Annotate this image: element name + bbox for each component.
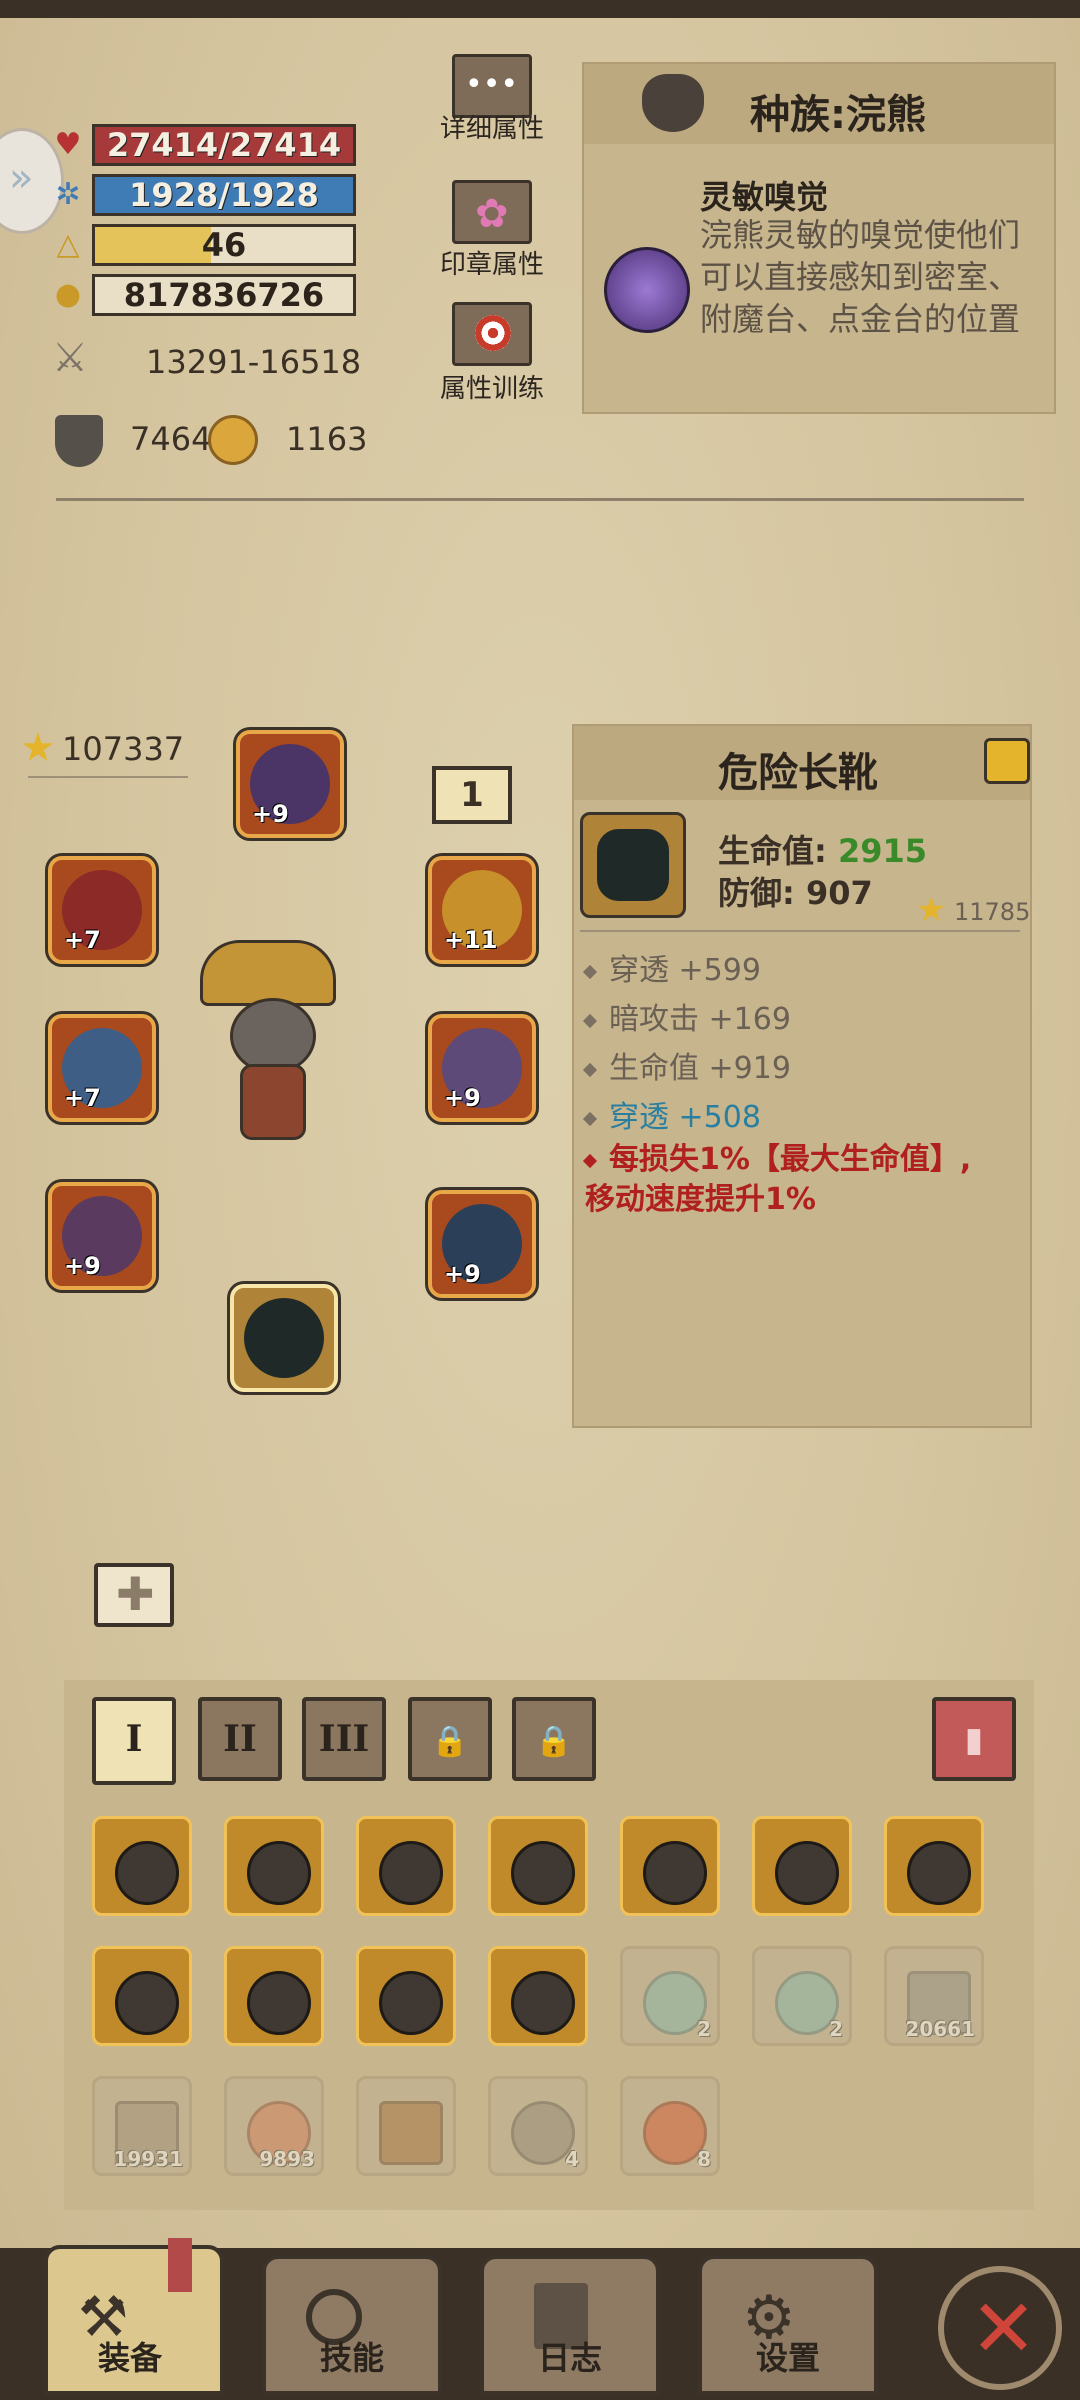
level-bar: 46 — [92, 224, 356, 266]
loadout-number-button[interactable]: 1 — [432, 766, 512, 824]
inventory-book[interactable] — [356, 2076, 456, 2176]
tab-3[interactable]: III — [302, 1697, 386, 1781]
shield-icon — [55, 415, 103, 467]
star-icon: ★ — [20, 725, 56, 771]
lock-icon[interactable] — [984, 738, 1030, 784]
trash-button[interactable]: ▮ — [932, 1697, 1016, 1781]
item-effect: 每损失1%【最大生命值】,移动速度提升1% — [582, 1140, 995, 1220]
skill-name: 灵敏嗅觉 — [700, 178, 829, 216]
heart-icon: ♥ — [54, 127, 82, 162]
tab-locked-1[interactable]: 🔒 — [408, 1697, 492, 1781]
dots-icon: ••• — [465, 67, 519, 102]
inventory-item[interactable] — [224, 1816, 324, 1916]
dodge-icon — [208, 415, 258, 465]
item-hp-label: 生命值: — [718, 832, 827, 870]
inventory-item[interactable] — [224, 1946, 324, 2046]
hp-bar: 27414/27414 — [92, 124, 356, 166]
inventory-item[interactable] — [92, 1816, 192, 1916]
inventory-item[interactable] — [488, 1946, 588, 2046]
skill-icon — [604, 247, 690, 333]
padlock-icon: 🔒 — [535, 1724, 573, 1759]
plus-icon: ✚ — [116, 1567, 155, 1621]
slot-left-1[interactable]: +7 — [48, 856, 156, 964]
dodge-value: 1163 — [286, 420, 368, 458]
inventory-potion[interactable]: 2 — [752, 1946, 852, 2046]
attr-line-special: 穿透 +508 — [582, 1092, 761, 1136]
skill-description: 浣熊灵敏的嗅觉使他们可以直接感知到密室、附魔台、点金台的位置 — [700, 216, 1021, 338]
inventory-material[interactable]: 19931 — [92, 2076, 192, 2176]
power-line — [28, 776, 188, 778]
nav-skill[interactable]: 技能 — [262, 2255, 442, 2395]
crossed-swords-icon: ⚔ — [52, 335, 88, 381]
attack-value: 13291-16518 — [146, 343, 362, 381]
tab-locked-2[interactable]: 🔒 — [512, 1697, 596, 1781]
flower-icon: ✿ — [475, 191, 509, 237]
inventory-stone[interactable]: 20661 — [884, 1946, 984, 2046]
slot-left-2[interactable]: +7 — [48, 1014, 156, 1122]
item-score-star-icon: ★ — [916, 890, 947, 930]
item-def-label: 防御: — [718, 874, 795, 912]
seal-attributes-label: 印章属性 — [439, 250, 544, 280]
tab-1[interactable]: I — [92, 1697, 176, 1785]
item-name: 危险长靴 — [718, 750, 878, 796]
mp-bar: 1928/1928 — [92, 174, 356, 216]
attribute-training-button[interactable] — [452, 302, 532, 366]
item-icon — [580, 812, 686, 918]
bookmark-icon — [168, 2238, 192, 2292]
armor-value: 7464 — [130, 420, 212, 458]
item-hp-value: 2915 — [837, 832, 928, 870]
nav-log[interactable]: 日志 — [480, 2255, 660, 2395]
inventory-item[interactable] — [488, 1816, 588, 1916]
raccoon-icon — [642, 74, 704, 132]
inventory-item[interactable] — [92, 1946, 192, 2046]
inventory-item[interactable] — [884, 1816, 984, 1916]
slot-boots-selected[interactable] — [230, 1284, 338, 1392]
inventory-potion[interactable]: 2 — [620, 1946, 720, 2046]
gold-icon: ● — [54, 277, 82, 312]
inventory-material[interactable]: 4 — [488, 2076, 588, 2176]
character-avatar — [190, 940, 350, 1160]
level-icon: △ — [56, 227, 80, 262]
slot-left-3[interactable]: +9 — [48, 1182, 156, 1290]
divider — [56, 498, 1024, 501]
race-panel: 种族:浣熊 灵敏嗅觉 浣熊灵敏的嗅觉使他们可以直接感知到密室、附魔台、点金台的位… — [582, 62, 1056, 414]
inventory-item[interactable] — [356, 1816, 456, 1916]
attribute-training-label: 属性训练 — [439, 374, 544, 404]
slot-right-1[interactable]: +11 — [428, 856, 536, 964]
slot-right-2[interactable]: +9 — [428, 1014, 536, 1122]
item-score: 11785 — [954, 898, 1031, 926]
inventory-eye[interactable]: 8 — [620, 2076, 720, 2176]
top-border — [0, 0, 1080, 18]
mana-icon: ✲ — [55, 177, 81, 212]
race-title: 种族:浣熊 — [750, 92, 926, 138]
slot-right-3[interactable]: +9 — [428, 1190, 536, 1298]
item-def-value: 907 — [805, 874, 873, 912]
attr-line-3: 生命值 +919 — [582, 1043, 791, 1087]
attr-line-1: 穿透 +599 — [582, 945, 761, 989]
inventory-item[interactable] — [752, 1816, 852, 1916]
tab-2[interactable]: II — [198, 1697, 282, 1781]
close-button[interactable]: ✕ — [938, 2266, 1062, 2390]
equipment-power: 107337 — [62, 730, 185, 768]
attr-line-2: 暗攻击 +169 — [582, 994, 791, 1038]
add-slot-button[interactable]: ✚ — [94, 1563, 174, 1627]
slot-helmet[interactable]: +9 — [236, 730, 344, 838]
gold-field: 817836726 — [92, 274, 356, 316]
close-icon: ✕ — [970, 2282, 1038, 2375]
inventory-item[interactable] — [620, 1816, 720, 1916]
detail-attributes-label: 详细属性 — [439, 114, 544, 144]
nav-equip[interactable]: ⚒ 装备 — [44, 2245, 224, 2395]
padlock-icon: 🔒 — [431, 1724, 469, 1759]
trash-icon: ▮ — [964, 1720, 984, 1760]
chevron-right-icon: » — [9, 155, 34, 201]
seal-attributes-button[interactable]: ✿ — [452, 180, 532, 244]
target-icon — [475, 315, 511, 351]
inventory-material[interactable]: 9893 — [224, 2076, 324, 2176]
inventory-item[interactable] — [356, 1946, 456, 2046]
nav-settings[interactable]: ⚙ 设置 — [698, 2255, 878, 2395]
